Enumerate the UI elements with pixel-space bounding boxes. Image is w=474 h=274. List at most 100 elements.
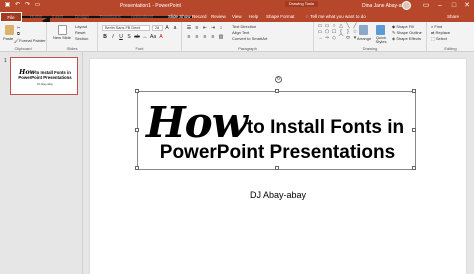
slide-canvas: ↻ Howto Install Fonts in PowerPoint Pres…: [83, 52, 474, 274]
font-family-select[interactable]: Berlin Sans FB Demi: [102, 25, 150, 31]
shape-effects-button[interactable]: ◈ Shape Effects: [392, 36, 421, 41]
title-textbox[interactable]: ↻ Howto Install Fonts in PowerPoint Pres…: [135, 76, 416, 170]
align-text-button[interactable]: Align Text: [232, 30, 249, 35]
avatar[interactable]: [402, 1, 411, 10]
drawing-label: Drawing: [362, 46, 378, 51]
align-buttons: ≡ ≡ ≡ ≡ ▥: [186, 34, 224, 40]
find-button[interactable]: ⌕ Find: [431, 24, 442, 29]
slides-label: Slides: [66, 46, 78, 51]
ribbon-display-icon[interactable]: ▭: [420, 1, 432, 11]
reset-button[interactable]: Reset: [75, 30, 85, 35]
align-left-icon[interactable]: ≡: [186, 34, 192, 40]
share-button[interactable]: Share: [447, 14, 459, 19]
line-spacing-icon[interactable]: ↕: [218, 25, 224, 31]
title-rest: to Install Fonts in: [246, 117, 405, 138]
tab-slide-show[interactable]: Slide Show: [168, 14, 191, 19]
shape-outline-button[interactable]: ✎ Shape Outline: [392, 30, 422, 35]
text-direction-button[interactable]: Text Direction: [232, 24, 256, 29]
resize-handle[interactable]: [135, 89, 139, 93]
shapes-gallery[interactable]: ▭ ▭ ○ △ ╲ ╱ ▭ ⬠ ☐{} ☆ → ⇒ ◇ ⌒ ⬭ ▾: [317, 24, 358, 41]
close-icon[interactable]: ✕: [461, 1, 473, 11]
tab-file[interactable]: File: [0, 12, 22, 22]
subtitle[interactable]: DJ Abay-abay: [90, 190, 466, 200]
tab-review[interactable]: Review: [211, 14, 226, 19]
resize-handle[interactable]: [412, 128, 416, 132]
align-center-icon[interactable]: ≡: [194, 34, 200, 40]
columns-icon[interactable]: ▥: [218, 34, 224, 40]
shape-fill-button[interactable]: ◆ Shape Fill: [392, 24, 414, 29]
bullets-icon[interactable]: ☰: [186, 25, 192, 31]
replace-button[interactable]: ⇄ Replace: [431, 30, 450, 35]
resize-handle[interactable]: [275, 166, 279, 170]
resize-handle[interactable]: [135, 128, 139, 132]
present-icon[interactable]: ▭: [34, 2, 41, 9]
bold-icon[interactable]: B: [102, 34, 108, 40]
paragraph-group: ☰ ≡ ⇤ ⇥ ↕ ≡ ≡ ≡ ≡ ▥ Text Direction Align…: [182, 22, 314, 52]
strikethrough-icon[interactable]: ab: [134, 34, 140, 40]
tab-insert[interactable]: Insert: [52, 14, 63, 19]
tell-me-search[interactable]: ♢ Tell me what you want to do: [305, 14, 366, 20]
title-bar: ▣ ↶ ↷ ▭ Presentation1 - PowerPoint Drawi…: [0, 0, 474, 12]
quick-styles-button[interactable]: Quick Styles: [374, 36, 388, 44]
tab-record[interactable]: Record: [192, 14, 207, 19]
tab-design[interactable]: Design: [75, 14, 89, 19]
clipboard-group: Paste ✂ ⧉ 🖌Format Painter Clipboard: [0, 22, 47, 52]
spacing-icon[interactable]: ↔: [142, 34, 148, 40]
select-button[interactable]: ⬚ Select: [431, 36, 447, 41]
shrink-font-icon[interactable]: a: [172, 25, 178, 31]
tab-shape-format[interactable]: Shape Format: [266, 14, 295, 19]
underline-icon[interactable]: U: [118, 34, 124, 40]
quick-styles-icon[interactable]: [376, 25, 385, 35]
cut-icon[interactable]: ✂: [17, 25, 20, 30]
arrange-button[interactable]: Arrange: [357, 36, 371, 41]
tab-transitions[interactable]: Transitions: [99, 14, 121, 19]
editing-label: Editing: [444, 46, 457, 51]
numbering-icon[interactable]: ≡: [194, 25, 200, 31]
drawing-tools-label: Drawing Tools: [285, 1, 319, 7]
editing-group: ⌕ Find ⇄ Replace ⬚ Select Editing: [427, 22, 474, 52]
paste-icon[interactable]: [5, 25, 14, 35]
italic-icon[interactable]: I: [110, 34, 116, 40]
font-format-buttons: B I U S ab ↔ Aa A: [102, 34, 164, 40]
font-size-select[interactable]: 28: [152, 25, 163, 31]
convert-smartart-button[interactable]: Convert to SmartArt: [232, 36, 267, 41]
resize-handle[interactable]: [412, 166, 416, 170]
minimize-icon[interactable]: –: [434, 1, 446, 11]
arrange-icon[interactable]: [359, 25, 368, 35]
redo-icon[interactable]: ↷: [24, 2, 31, 9]
slide[interactable]: ↻ Howto Install Fonts in PowerPoint Pres…: [90, 59, 466, 274]
slides-group: New Slide Layout Reset Section Slides: [47, 22, 98, 52]
maximize-icon[interactable]: □: [448, 1, 460, 11]
section-button[interactable]: Section: [75, 36, 88, 41]
change-case-icon[interactable]: Aa: [150, 34, 156, 40]
copy-icon[interactable]: ⧉: [17, 31, 20, 36]
tab-home[interactable]: Home: [30, 14, 42, 19]
tab-animations[interactable]: Animations: [131, 14, 153, 19]
justify-icon[interactable]: ≡: [210, 34, 216, 40]
title-line2: PowerPoint Presentations: [159, 142, 396, 163]
title-line1: Howto Install Fonts in: [146, 98, 404, 147]
new-slide-icon[interactable]: [58, 25, 67, 35]
layout-button[interactable]: Layout: [75, 24, 87, 29]
tab-help[interactable]: Help: [249, 14, 258, 19]
resize-handle[interactable]: [275, 89, 279, 93]
decrease-indent-icon[interactable]: ⇤: [202, 25, 208, 31]
save-icon[interactable]: ▣: [4, 2, 11, 9]
increase-indent-icon[interactable]: ⇥: [210, 25, 216, 31]
align-right-icon[interactable]: ≡: [202, 34, 208, 40]
quick-access-toolbar: ▣ ↶ ↷ ▭: [4, 2, 41, 9]
tab-view[interactable]: View: [232, 14, 242, 19]
shadow-icon[interactable]: S: [126, 34, 132, 40]
slide-thumbnail[interactable]: Howto Install Fonts in PowerPoint Presen…: [10, 57, 78, 95]
font-group: Berlin Sans FB Demi 28 A a B I U S ab ↔ …: [98, 22, 182, 52]
format-painter-button[interactable]: 🖌Format Painter: [14, 38, 46, 43]
paste-button[interactable]: Paste: [3, 36, 13, 41]
grow-font-icon[interactable]: A: [164, 25, 170, 31]
resize-handle[interactable]: [412, 89, 416, 93]
new-slide-button[interactable]: New Slide: [53, 36, 71, 40]
rotate-handle-icon[interactable]: ↻: [275, 76, 282, 83]
drawing-group: ▭ ▭ ○ △ ╲ ╱ ▭ ⬠ ☐{} ☆ → ⇒ ◇ ⌒ ⬭ ▾ Arrange Quick Style…: [314, 22, 427, 52]
undo-icon[interactable]: ↶: [14, 2, 21, 9]
font-color-icon[interactable]: A: [158, 34, 164, 40]
resize-handle[interactable]: [135, 166, 139, 170]
